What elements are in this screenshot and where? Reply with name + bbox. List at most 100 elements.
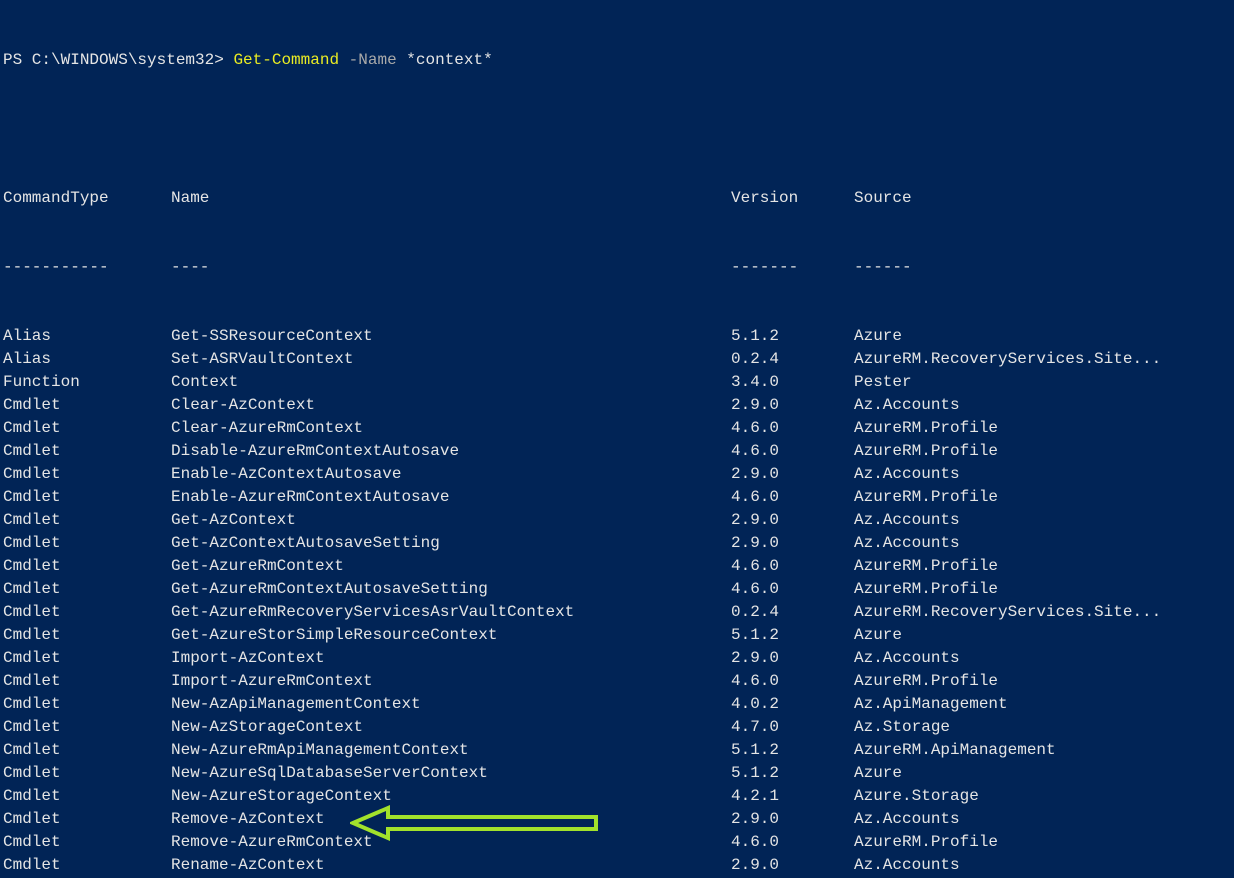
cell-version: 4.2.1 [731, 785, 854, 808]
table-row[interactable]: CmdletNew-AzureSqlDatabaseServerContext5… [3, 762, 1234, 785]
table-row[interactable]: CmdletRemove-AzContext2.9.0Az.Accounts [3, 808, 1234, 831]
table-row[interactable]: CmdletEnable-AzureRmContextAutosave4.6.0… [3, 486, 1234, 509]
cell-version: 4.6.0 [731, 670, 854, 693]
cell-source: Azure [854, 762, 902, 785]
cell-source: Az.Accounts [854, 463, 960, 486]
cell-type: Function [3, 371, 171, 394]
header-version: Version [731, 187, 854, 210]
cell-version: 4.6.0 [731, 440, 854, 463]
cell-version: 4.6.0 [731, 831, 854, 854]
table-row[interactable]: CmdletNew-AzureRmApiManagementContext5.1… [3, 739, 1234, 762]
cell-version: 4.7.0 [731, 716, 854, 739]
header-source: Source [854, 187, 912, 210]
table-row[interactable]: CmdletNew-AzureStorageContext4.2.1Azure.… [3, 785, 1234, 808]
table-row[interactable]: CmdletNew-AzStorageContext4.7.0Az.Storag… [3, 716, 1234, 739]
table-row[interactable]: CmdletClear-AzureRmContext4.6.0AzureRM.P… [3, 417, 1234, 440]
cell-version: 5.1.2 [731, 762, 854, 785]
prompt-path: PS C:\WINDOWS\system32> [3, 51, 233, 69]
cell-source: Az.Accounts [854, 854, 960, 877]
cell-name: Get-SSResourceContext [171, 325, 731, 348]
cell-type: Cmdlet [3, 716, 171, 739]
cell-name: Enable-AzContextAutosave [171, 463, 731, 486]
header-row: CommandTypeNameVersionSource [3, 187, 1234, 210]
cell-source: Az.Accounts [854, 394, 960, 417]
table-row[interactable]: CmdletRename-AzContext2.9.0Az.Accounts [3, 854, 1234, 877]
table-row[interactable]: CmdletGet-AzureRmContext4.6.0AzureRM.Pro… [3, 555, 1234, 578]
cell-type: Cmdlet [3, 670, 171, 693]
header-dash-row: ---------------------------- [3, 256, 1234, 279]
cell-type: Cmdlet [3, 647, 171, 670]
table-row[interactable]: AliasSet-ASRVaultContext0.2.4AzureRM.Rec… [3, 348, 1234, 371]
table-row[interactable]: CmdletClear-AzContext2.9.0Az.Accounts [3, 394, 1234, 417]
cell-source: AzureRM.RecoveryServices.Site... [854, 348, 1161, 371]
table-row[interactable]: CmdletRemove-AzureRmContext4.6.0AzureRM.… [3, 831, 1234, 854]
table-row[interactable]: FunctionContext3.4.0Pester [3, 371, 1234, 394]
param-token: -Name [349, 51, 397, 69]
cell-type: Cmdlet [3, 808, 171, 831]
cell-type: Cmdlet [3, 532, 171, 555]
cell-source: AzureRM.ApiManagement [854, 739, 1056, 762]
cell-version: 2.9.0 [731, 509, 854, 532]
cell-name: Import-AzureRmContext [171, 670, 731, 693]
cell-source: Az.Accounts [854, 808, 960, 831]
cell-source: AzureRM.Profile [854, 831, 998, 854]
table-row[interactable]: CmdletImport-AzContext2.9.0Az.Accounts [3, 647, 1234, 670]
result-rows: AliasGet-SSResourceContext5.1.2AzureAlia… [3, 325, 1234, 878]
table-row[interactable]: CmdletNew-AzApiManagementContext4.0.2Az.… [3, 693, 1234, 716]
cell-type: Cmdlet [3, 785, 171, 808]
cell-source: AzureRM.Profile [854, 670, 998, 693]
cell-type: Cmdlet [3, 394, 171, 417]
blank-line [3, 118, 1234, 141]
cell-type: Cmdlet [3, 555, 171, 578]
cell-source: Az.Accounts [854, 509, 960, 532]
cell-type: Cmdlet [3, 762, 171, 785]
cell-name: Set-ASRVaultContext [171, 348, 731, 371]
table-row[interactable]: CmdletImport-AzureRmContext4.6.0AzureRM.… [3, 670, 1234, 693]
cell-name: Import-AzContext [171, 647, 731, 670]
cell-type: Cmdlet [3, 440, 171, 463]
prompt-line[interactable]: PS C:\WINDOWS\system32> Get-Command -Nam… [3, 49, 1234, 72]
powershell-terminal[interactable]: PS C:\WINDOWS\system32> Get-Command -Nam… [0, 0, 1234, 878]
cell-name: Disable-AzureRmContextAutosave [171, 440, 731, 463]
cell-version: 4.6.0 [731, 555, 854, 578]
cell-type: Cmdlet [3, 624, 171, 647]
cell-source: Az.Storage [854, 716, 950, 739]
cell-version: 4.0.2 [731, 693, 854, 716]
cell-version: 2.9.0 [731, 394, 854, 417]
cell-name: Remove-AzContext [171, 808, 731, 831]
cell-type: Cmdlet [3, 854, 171, 877]
table-row[interactable]: CmdletGet-AzContext2.9.0Az.Accounts [3, 509, 1234, 532]
cell-type: Cmdlet [3, 463, 171, 486]
cell-name: Rename-AzContext [171, 854, 731, 877]
cell-source: AzureRM.Profile [854, 417, 998, 440]
cell-version: 0.2.4 [731, 348, 854, 371]
cell-source: Pester [854, 371, 912, 394]
cell-name: Remove-AzureRmContext [171, 831, 731, 854]
header-name: Name [171, 187, 731, 210]
cell-name: Get-AzureRmRecoveryServicesAsrVaultConte… [171, 601, 731, 624]
cell-version: 4.6.0 [731, 486, 854, 509]
cell-name: New-AzureSqlDatabaseServerContext [171, 762, 731, 785]
cell-source: Az.ApiManagement [854, 693, 1008, 716]
table-row[interactable]: CmdletGet-AzureRmContextAutosaveSetting4… [3, 578, 1234, 601]
table-row[interactable]: CmdletDisable-AzureRmContextAutosave4.6.… [3, 440, 1234, 463]
cell-name: New-AzStorageContext [171, 716, 731, 739]
table-row[interactable]: CmdletGet-AzContextAutosaveSetting2.9.0A… [3, 532, 1234, 555]
cell-source: Az.Accounts [854, 532, 960, 555]
cell-source: Azure [854, 325, 902, 348]
cmdlet-token: Get-Command [233, 51, 339, 69]
cell-name: Get-AzContextAutosaveSetting [171, 532, 731, 555]
table-row[interactable]: CmdletEnable-AzContextAutosave2.9.0Az.Ac… [3, 463, 1234, 486]
cell-type: Cmdlet [3, 417, 171, 440]
cell-type: Cmdlet [3, 739, 171, 762]
cell-type: Cmdlet [3, 601, 171, 624]
cell-type: Cmdlet [3, 831, 171, 854]
cell-source: AzureRM.Profile [854, 486, 998, 509]
table-row[interactable]: AliasGet-SSResourceContext5.1.2Azure [3, 325, 1234, 348]
cell-version: 5.1.2 [731, 325, 854, 348]
table-row[interactable]: CmdletGet-AzureRmRecoveryServicesAsrVaul… [3, 601, 1234, 624]
cell-name: New-AzureStorageContext [171, 785, 731, 808]
cell-name: New-AzApiManagementContext [171, 693, 731, 716]
table-row[interactable]: CmdletGet-AzureStorSimpleResourceContext… [3, 624, 1234, 647]
cell-name: Enable-AzureRmContextAutosave [171, 486, 731, 509]
